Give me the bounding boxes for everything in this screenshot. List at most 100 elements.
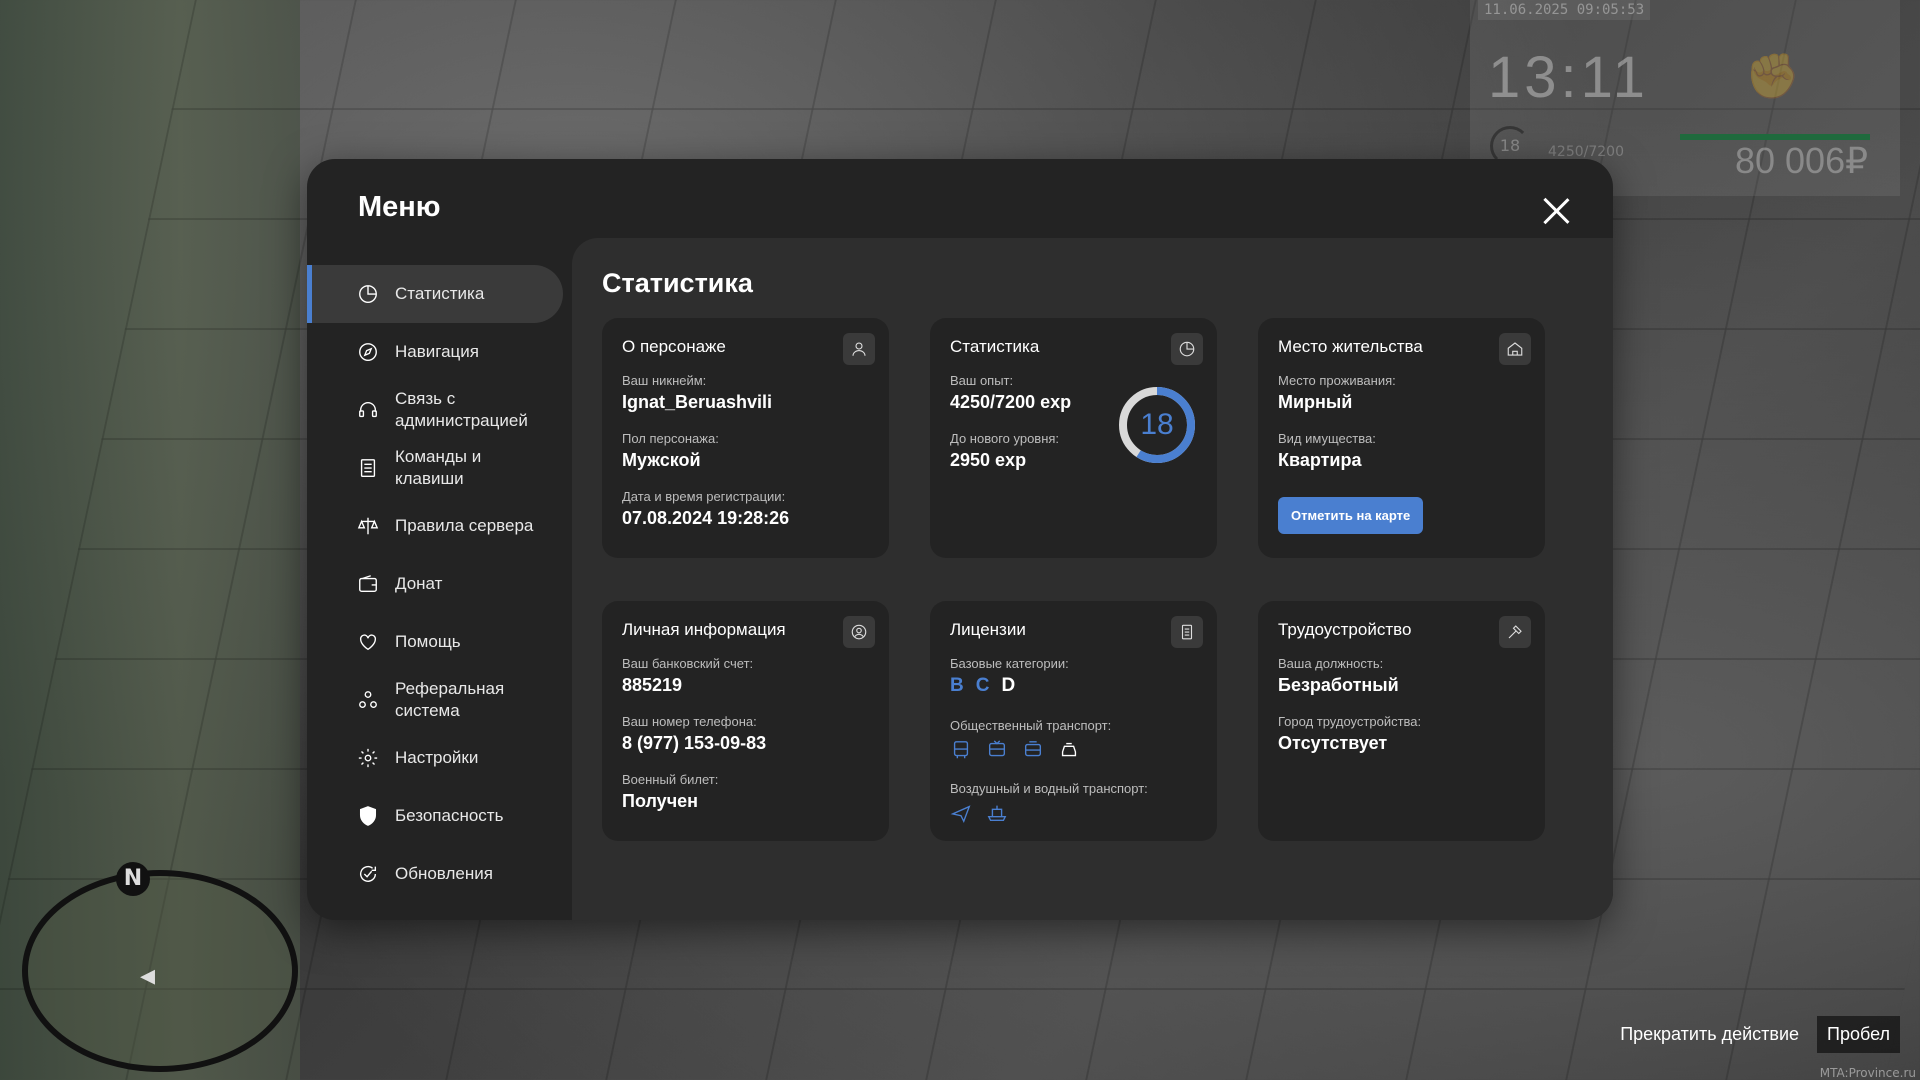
card-title: О персонаже bbox=[622, 337, 726, 356]
sidebar-item-label: Статистика bbox=[395, 284, 485, 303]
field-value: 07.08.2024 19:28:26 bbox=[622, 508, 790, 528]
watermark: MTA:Province.ru bbox=[1819, 1066, 1916, 1080]
bus-icon bbox=[950, 739, 972, 761]
card-licenses: Лицензии Базовые категории: B C D Общест… bbox=[930, 601, 1217, 841]
sidebar-item-navigation[interactable]: Навигация bbox=[307, 323, 563, 381]
card-title: Лицензии bbox=[950, 620, 1026, 639]
level-number: 18 bbox=[1140, 408, 1174, 441]
sidebar-item-label: Навигация bbox=[395, 342, 479, 361]
public-transport-icons bbox=[950, 739, 1111, 761]
sidebar-item-label: Связь с администрацией bbox=[395, 389, 528, 430]
scales-icon bbox=[357, 515, 379, 537]
mark-on-map-button[interactable]: Отметить на карте bbox=[1278, 497, 1424, 534]
sidebar-item-help[interactable]: Помощь bbox=[307, 613, 563, 671]
card-employment: Трудоустройство Ваша должность: Безработ… bbox=[1258, 601, 1545, 841]
field-label: До нового уровня: bbox=[950, 431, 1060, 446]
sidebar-item-statistics[interactable]: Статистика bbox=[307, 265, 563, 323]
hammer-icon bbox=[1499, 616, 1531, 648]
sidebar-item-settings[interactable]: Настройки bbox=[307, 729, 563, 787]
home-icon bbox=[1499, 333, 1531, 365]
field-registration: Дата и время регистрации: 07.08.2024 19:… bbox=[622, 489, 789, 529]
card-title: Место жительства bbox=[1278, 337, 1423, 356]
field-label: Место проживания: bbox=[1278, 373, 1396, 388]
player-arrow-icon: ◂ bbox=[140, 958, 156, 993]
pie-chart-icon bbox=[1171, 333, 1203, 365]
trolleybus-icon bbox=[986, 739, 1008, 761]
north-icon: N bbox=[116, 862, 150, 896]
field-label: Базовые категории: bbox=[950, 656, 1069, 671]
card-title: Трудоустройство bbox=[1278, 620, 1412, 639]
user-circle-icon bbox=[843, 616, 875, 648]
list-icon bbox=[357, 457, 379, 479]
category-c: C bbox=[975, 675, 990, 696]
field-label: Ваш опыт: bbox=[950, 373, 1014, 388]
action-hint: Прекратить действие Пробел bbox=[1602, 1016, 1900, 1053]
field-city: Город трудоустройства: Отсутствует bbox=[1278, 714, 1421, 754]
sidebar-item-donate[interactable]: Донат bbox=[307, 555, 563, 613]
field-label: Пол персонажа: bbox=[622, 431, 719, 446]
badge-icon bbox=[1171, 616, 1203, 648]
air-water-transport-icons bbox=[950, 802, 1148, 824]
boat-icon bbox=[986, 802, 1008, 824]
sidebar-item-referral[interactable]: Реферальная система bbox=[307, 671, 563, 729]
sidebar-item-label: Реферальная система bbox=[395, 679, 505, 720]
gear-icon bbox=[357, 747, 379, 769]
field-base-categories: Базовые категории: B C D bbox=[950, 656, 1069, 697]
field-value: 885219 bbox=[622, 675, 683, 695]
fist-icon: ✊ bbox=[1745, 51, 1800, 102]
hud-time: 13:11 bbox=[1488, 45, 1649, 110]
user-icon bbox=[843, 333, 875, 365]
modal-title: Меню bbox=[358, 191, 441, 223]
hint-key[interactable]: Пробел bbox=[1817, 1016, 1900, 1053]
sidebar-item-label: Безопасность bbox=[395, 806, 504, 825]
field-label: Вид имущества: bbox=[1278, 431, 1376, 446]
field-value: Ignat_Beruashvili bbox=[622, 392, 773, 412]
hud-date: 11.06.2025 09:05:53 bbox=[1478, 0, 1651, 20]
field-air-water-transport: Воздушный и водный транспорт: bbox=[950, 781, 1148, 824]
field-public-transport: Общественный транспорт: bbox=[950, 718, 1111, 761]
field-next-level: До нового уровня: 2950 exp bbox=[950, 431, 1059, 471]
category-b: B bbox=[950, 675, 964, 696]
airplane-icon bbox=[950, 802, 972, 824]
field-place: Место проживания: Мирный bbox=[1278, 373, 1396, 413]
sidebar-item-label: Команды и клавиши bbox=[395, 447, 482, 488]
sidebar-item-label: Правила сервера bbox=[395, 516, 534, 535]
card-title: Личная информация bbox=[622, 620, 786, 639]
taxi-icon bbox=[1058, 739, 1080, 761]
shield-icon bbox=[357, 805, 379, 827]
field-exp: Ваш опыт: 4250/7200 exp bbox=[950, 373, 1071, 413]
card-character: О персонаже Ваш никнейм: Ignat_Beruashvi… bbox=[602, 318, 889, 558]
field-label: Военный билет: bbox=[622, 772, 719, 787]
page-title: Статистика bbox=[602, 268, 753, 298]
sidebar-item-label: Донат bbox=[395, 574, 443, 593]
sidebar-item-admin-contact[interactable]: Связь с администрацией bbox=[307, 381, 563, 439]
level-ring: 18 bbox=[1117, 385, 1197, 465]
license-categories: B C D bbox=[950, 675, 1069, 697]
sidebar-item-commands[interactable]: Команды и клавиши bbox=[307, 439, 563, 497]
field-bank: Ваш банковский счет: 885219 bbox=[622, 656, 753, 696]
sidebar-item-security[interactable]: Безопасность bbox=[307, 787, 563, 845]
sidebar-item-label: Настройки bbox=[395, 748, 479, 767]
close-icon[interactable] bbox=[1539, 194, 1573, 228]
field-value: 8 (977) 153-09-83 bbox=[622, 733, 767, 753]
card-statistics: Статистика Ваш опыт: 4250/7200 exp До но… bbox=[930, 318, 1217, 558]
sidebar-item-updates[interactable]: Обновления bbox=[307, 845, 563, 903]
field-nickname: Ваш никнейм: Ignat_Beruashvili bbox=[622, 373, 772, 413]
field-label: Дата и время регистрации: bbox=[622, 489, 786, 504]
field-label: Город трудоустройства: bbox=[1278, 714, 1422, 729]
field-label: Ваш номер телефона: bbox=[622, 714, 757, 729]
sidebar-item-rules[interactable]: Правила сервера bbox=[307, 497, 563, 555]
card-title: Статистика bbox=[950, 337, 1040, 356]
card-residence: Место жительства Место проживания: Мирны… bbox=[1258, 318, 1545, 558]
field-value: 2950 exp bbox=[950, 450, 1027, 470]
headset-icon bbox=[357, 399, 379, 421]
field-label: Ваша должность: bbox=[1278, 656, 1384, 671]
content-area: Статистика О персонаже Ваш никнейм: Igna… bbox=[572, 238, 1613, 920]
tram-icon bbox=[1022, 739, 1044, 761]
field-military: Военный билет: Получен bbox=[622, 772, 718, 812]
field-value: Мужской bbox=[622, 450, 701, 470]
hud-exp: 4250/7200 bbox=[1548, 144, 1624, 160]
field-label: Ваш банковский счет: bbox=[622, 656, 754, 671]
field-gender: Пол персонажа: Мужской bbox=[622, 431, 719, 471]
field-value: Мирный bbox=[1278, 392, 1353, 412]
